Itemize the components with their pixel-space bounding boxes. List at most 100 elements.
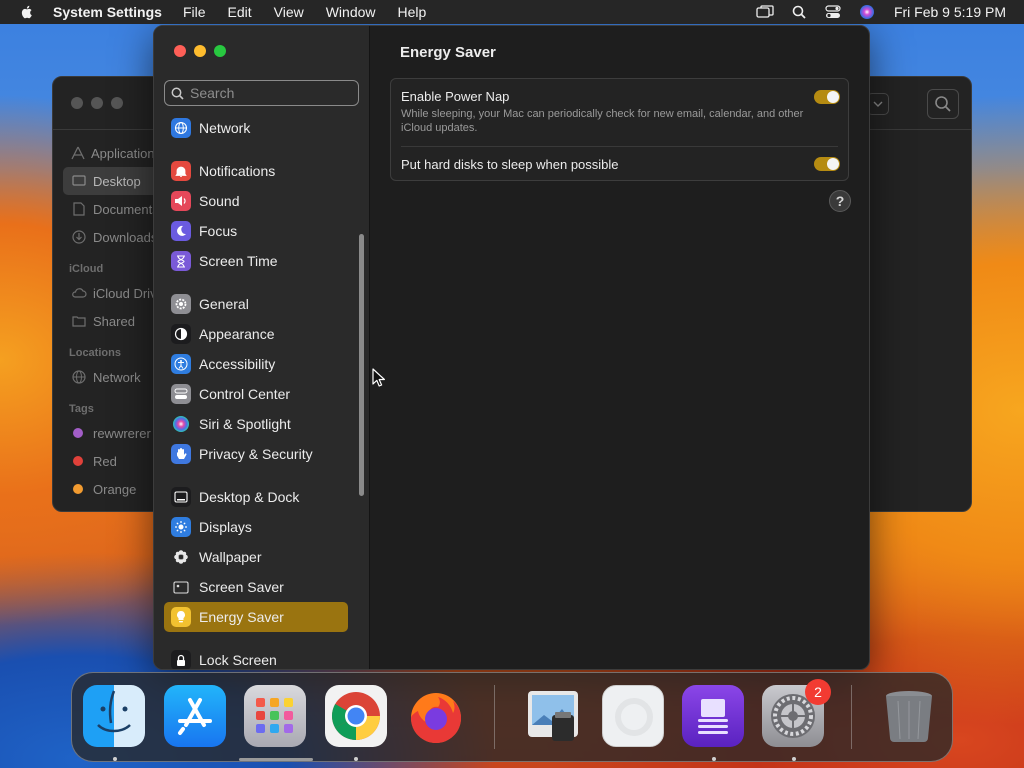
lightbulb-icon [171,607,191,627]
screen-mirroring-icon[interactable] [756,4,774,20]
finder-tag-label: Orange [93,481,137,497]
dock-scroll-indicator [239,758,313,761]
sidebar-item-screen-saver[interactable]: Screen Saver [164,572,348,602]
finder-section-icloud: iCloud [69,263,104,275]
dock-launchpad-icon[interactable] [244,685,306,747]
download-icon [71,229,87,245]
menu-view[interactable]: View [274,4,304,20]
finder-zoom-button[interactable] [111,97,123,109]
cloud-icon [71,285,87,301]
finder-sidebar-icloud-drive[interactable]: iCloud Drive [63,279,164,307]
sidebar-item-control-center[interactable]: Control Center [164,379,348,409]
globe-icon [171,118,191,138]
zoom-button[interactable] [214,45,226,57]
finder-tag-rewwrerer[interactable]: rewwrerer [63,419,159,447]
bell-icon [171,161,191,181]
finder-view-options-button[interactable] [867,93,889,115]
finder-tag-red[interactable]: Red [63,447,159,475]
menu-window[interactable]: Window [326,4,376,20]
tag-color-dot [73,428,83,438]
hand-icon [171,444,191,464]
page-title: Energy Saver [400,44,496,61]
dock-icon [171,487,191,507]
finder-tag-label: Red [93,453,117,469]
finder-section-locations: Locations [69,347,121,359]
sidebar-item-sound[interactable]: Sound [164,186,348,216]
menu-help[interactable]: Help [398,4,427,20]
finder-tag-orange[interactable]: Orange [63,475,159,503]
sidebar-item-label: Lock Screen [199,652,277,668]
sidebar-item-label: Siri & Spotlight [199,416,291,432]
finder-sidebar-applications[interactable]: Applications [63,139,161,167]
sidebar-item-energy-saver[interactable]: Energy Saver [164,602,348,632]
finder-minimize-button[interactable] [91,97,103,109]
finder-search-button[interactable] [927,89,959,119]
dock-preview-icon[interactable] [522,685,584,747]
finder-sidebar: Applications Desktop Documents Downloads… [63,139,164,503]
menu-app-name[interactable]: System Settings [53,4,162,20]
finder-sidebar-network[interactable]: Network [63,363,159,391]
search-icon [171,87,184,100]
sidebar-item-privacy-security[interactable]: Privacy & Security [164,439,348,469]
apple-menu-icon[interactable] [19,4,35,20]
siri-icon[interactable] [858,4,876,20]
menu-edit[interactable]: Edit [228,4,252,20]
dock-chrome-icon[interactable] [325,685,387,747]
power-nap-toggle[interactable] [814,90,840,104]
sidebar-item-network[interactable]: Network [164,113,348,143]
menu-clock[interactable]: Fri Feb 9 5:19 PM [894,4,1006,20]
hourglass-icon [171,251,191,271]
sidebar-item-displays[interactable]: Displays [164,512,348,542]
help-button[interactable]: ? [829,190,851,212]
dock-trash-icon[interactable] [878,685,940,747]
sidebar-item-label: Focus [199,223,238,239]
finder-sidebar-label: Network [93,369,141,385]
dock-finder-icon[interactable] [83,685,145,747]
disk-sleep-toggle[interactable] [814,157,840,171]
sidebar-item-siri-spotlight[interactable]: Siri & Spotlight [164,409,348,439]
sidebar-item-lock-screen[interactable]: Lock Screen [164,645,348,669]
sidebar-item-label: General [199,296,249,312]
control-center-icon[interactable] [824,4,842,20]
dock-settings-placeholder-icon[interactable] [602,685,664,747]
accessibility-icon [171,354,191,374]
finder-close-button[interactable] [71,97,83,109]
flower-icon [171,547,191,567]
search-input[interactable] [190,85,350,101]
sidebar-item-label: Desktop & Dock [199,489,300,505]
spotlight-search-icon[interactable] [790,4,808,20]
power-nap-label: Enable Power Nap [401,89,510,104]
minimize-button[interactable] [194,45,206,57]
dock-firefox-icon[interactable] [405,685,467,747]
close-button[interactable] [174,45,186,57]
sidebar-item-label: Energy Saver [199,609,284,625]
sidebar-item-appearance[interactable]: Appearance [164,319,348,349]
sidebar-item-label: Screen Saver [199,579,284,595]
gear-icon [171,294,191,314]
finder-sidebar-downloads[interactable]: Downloads [63,223,159,251]
running-indicator [113,757,117,761]
desktop-icon [71,173,87,189]
sidebar-item-label: Displays [199,519,252,535]
sidebar-item-general[interactable]: General [164,289,348,319]
menu-file[interactable]: File [183,4,206,20]
sidebar-item-desktop-dock[interactable]: Desktop & Dock [164,482,348,512]
sidebar-item-accessibility[interactable]: Accessibility [164,349,348,379]
finder-sidebar-desktop[interactable]: Desktop [63,167,159,195]
lock-icon [171,650,191,669]
notification-badge: 2 [805,679,831,705]
dock-screen-recorder-icon[interactable] [682,685,744,747]
document-icon [71,201,87,217]
dock-app-store-icon[interactable] [164,685,226,747]
applications-icon [71,145,85,161]
sidebar-item-focus[interactable]: Focus [164,216,348,246]
finder-sidebar-documents[interactable]: Documents [63,195,159,223]
finder-sidebar-shared[interactable]: Shared [63,307,159,335]
running-indicator [354,757,358,761]
sidebar-item-wallpaper[interactable]: Wallpaper [164,542,348,572]
sidebar-item-notifications[interactable]: Notifications [164,156,348,186]
settings-search-box[interactable] [164,80,359,106]
sidebar-item-screen-time[interactable]: Screen Time [164,246,348,276]
sidebar-scrollbar[interactable] [359,234,364,496]
dock-separator [494,685,495,749]
